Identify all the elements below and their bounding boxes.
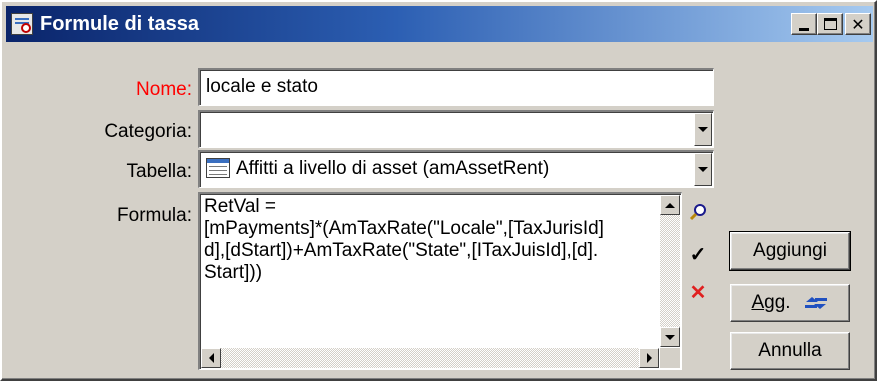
- window-app-icon: [11, 13, 33, 35]
- close-icon: ✕: [851, 14, 865, 34]
- swap-arrows-icon: [804, 297, 827, 309]
- name-field[interactable]: locale e stato: [198, 68, 714, 106]
- cancel-button[interactable]: Annulla: [730, 332, 850, 370]
- modify-button-label: gg.: [764, 292, 791, 313]
- table-dropdown[interactable]: Affitti a livello di asset (amAssetRent): [198, 150, 714, 188]
- title-bar[interactable]: Formule di tassa ✕: [6, 6, 873, 42]
- scroll-right-button[interactable]: [639, 348, 659, 368]
- arrow-down-icon: [665, 334, 675, 340]
- window-title: Formule di tassa: [40, 13, 199, 35]
- horizontal-scrollbar[interactable]: [201, 348, 659, 368]
- name-value: locale e stato: [206, 76, 318, 97]
- zoom-formula-button[interactable]: [686, 198, 710, 226]
- checkmark-icon: ✓: [689, 243, 707, 266]
- formula-textarea[interactable]: RetVal = [mPayments]*(AmTaxRate("Locale"…: [198, 192, 682, 370]
- category-label: Categoria:: [104, 121, 192, 142]
- table-dropdown-button[interactable]: [694, 153, 712, 186]
- arrow-left-icon: [208, 353, 214, 363]
- clear-formula-button[interactable]: ✕: [686, 278, 710, 306]
- magnifier-icon: [689, 204, 706, 221]
- category-dropdown[interactable]: [198, 110, 714, 148]
- vertical-scrollbar[interactable]: [660, 195, 680, 347]
- modify-button-mnemonic: A: [751, 292, 765, 313]
- scroll-down-button[interactable]: [660, 327, 680, 347]
- scrollbar-corner: [660, 348, 680, 368]
- tax-formula-window: Formule di tassa ✕ Nome: locale e stato …: [0, 0, 877, 381]
- minimize-button[interactable]: [791, 13, 817, 35]
- formula-text: RetVal = [mPayments]*(AmTaxRate("Locale"…: [204, 196, 604, 283]
- scroll-left-button[interactable]: [201, 348, 221, 368]
- scroll-up-button[interactable]: [660, 195, 680, 215]
- maximize-button[interactable]: [817, 13, 843, 35]
- category-dropdown-button[interactable]: [694, 113, 712, 146]
- table-icon: [206, 158, 230, 178]
- arrow-up-icon: [665, 202, 675, 208]
- minimize-icon: [799, 27, 809, 31]
- validate-formula-button[interactable]: ✓: [686, 240, 710, 268]
- close-button[interactable]: ✕: [845, 13, 871, 35]
- arrow-right-icon: [646, 353, 652, 363]
- chevron-down-icon: [698, 167, 708, 172]
- table-value: Affitti a livello di asset (amAssetRent): [236, 158, 550, 179]
- delete-x-icon: ✕: [689, 281, 707, 304]
- maximize-icon: [823, 18, 837, 30]
- table-label: Tabella:: [126, 161, 193, 182]
- name-label: Nome:: [136, 79, 192, 100]
- chevron-down-icon: [698, 127, 708, 132]
- formula-label: Formula:: [117, 205, 192, 226]
- modify-button[interactable]: Agg.: [730, 284, 850, 322]
- add-button[interactable]: Aggiungi: [729, 231, 851, 271]
